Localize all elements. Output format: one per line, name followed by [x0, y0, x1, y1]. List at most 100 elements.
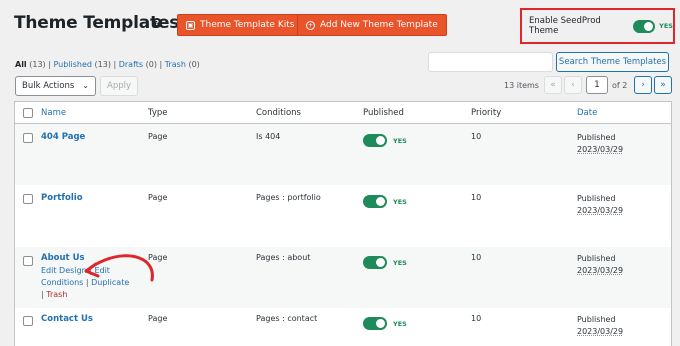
table-row: 404 Page Page Is 404 YES 10 Published 20… — [15, 124, 671, 185]
row-type: Page — [148, 253, 168, 262]
published-state: YES — [393, 136, 407, 145]
action-separator: | — [89, 266, 92, 275]
first-page-button[interactable]: « — [544, 76, 562, 94]
column-conditions: Conditions — [256, 108, 301, 118]
row-name-link[interactable]: Contact Us — [41, 314, 93, 324]
table-row: About Us Edit Design | Edit Conditions |… — [15, 247, 671, 308]
filter-separator: | — [113, 60, 117, 69]
filter-all-count: (13) — [29, 60, 46, 69]
bulk-actions-selected: Bulk Actions — [22, 81, 75, 91]
action-separator: | — [41, 290, 44, 299]
row-published: YES — [363, 317, 407, 330]
trash-link[interactable]: Trash — [46, 290, 67, 299]
row-conditions: Pages : about — [256, 253, 311, 262]
action-separator: | — [85, 278, 89, 287]
row-date-status: Published — [577, 133, 616, 142]
row-checkbox[interactable] — [23, 256, 33, 266]
apply-button[interactable]: Apply — [100, 76, 138, 96]
row-date-value: 2023/03/29 — [577, 327, 624, 336]
row-date-value: 2023/03/29 — [577, 266, 624, 275]
row-conditions: Is 404 — [256, 132, 281, 141]
row-checkbox[interactable] — [23, 194, 33, 204]
row-date: Published 2023/03/29 — [577, 132, 623, 156]
current-page-input[interactable]: 1 — [586, 76, 608, 94]
row-published: YES — [363, 256, 407, 269]
add-new-theme-template-button[interactable]: + Add New Theme Template — [297, 14, 447, 36]
filter-published-count: (13) — [94, 60, 111, 69]
row-date-value: 2023/03/29 — [577, 206, 624, 215]
table-row: Portfolio Page Pages : portfolio YES 10 … — [15, 185, 671, 247]
column-type: Type — [148, 108, 168, 118]
row-date-status: Published — [577, 254, 616, 263]
conditions-link[interactable]: Conditions — [41, 278, 83, 287]
row-type: Page — [148, 314, 168, 323]
published-state: YES — [393, 319, 407, 328]
add-new-theme-template-label: Add New Theme Template — [320, 20, 438, 30]
enable-seedprod-theme-toggle[interactable] — [632, 19, 656, 33]
published-toggle[interactable] — [363, 317, 387, 330]
duplicate-link[interactable]: Duplicate — [91, 278, 129, 287]
row-priority: 10 — [471, 132, 482, 141]
bulk-actions-select[interactable]: Bulk Actions ⌄ — [15, 76, 96, 96]
filter-published[interactable]: Published — [53, 60, 92, 69]
column-date[interactable]: Date — [577, 108, 597, 118]
row-name-link[interactable]: Portfolio — [41, 193, 83, 203]
search-theme-templates-button[interactable]: Search Theme Templates — [556, 52, 669, 72]
total-pages: of 2 — [612, 81, 628, 90]
row-date: Published 2023/03/29 — [577, 253, 623, 277]
row-priority: 10 — [471, 253, 482, 262]
column-priority: Priority — [471, 108, 502, 118]
row-date-value: 2023/03/29 — [577, 145, 624, 154]
kit-icon: ▣ — [186, 20, 195, 30]
row-priority: 10 — [471, 193, 482, 202]
theme-template-kits-label: Theme Template Kits — [200, 20, 295, 30]
filter-drafts[interactable]: Drafts — [119, 60, 143, 69]
row-name-link[interactable]: 404 Page — [41, 132, 85, 142]
next-page-button[interactable]: › — [634, 76, 652, 94]
filter-trash-count: (0) — [188, 60, 200, 69]
published-toggle[interactable] — [363, 195, 387, 208]
items-count: 13 items — [504, 81, 539, 90]
row-type: Page — [148, 132, 168, 141]
chevron-down-icon: ⌄ — [82, 81, 89, 90]
row-type: Page — [148, 193, 168, 202]
enable-seedprod-theme-state: YES — [659, 22, 673, 30]
column-published: Published — [363, 108, 404, 118]
row-date-status: Published — [577, 194, 616, 203]
select-all-checkbox[interactable] — [23, 108, 33, 118]
last-page-button[interactable]: » — [654, 76, 672, 94]
row-checkbox[interactable] — [23, 133, 33, 143]
enable-seedprod-theme-highlight: Enable SeedProd Theme YES — [520, 8, 675, 44]
filter-drafts-count: (0) — [145, 60, 157, 69]
published-state: YES — [393, 197, 407, 206]
row-name-link[interactable]: About Us — [41, 253, 85, 263]
published-toggle[interactable] — [363, 256, 387, 269]
row-date-status: Published — [577, 315, 616, 324]
published-toggle[interactable] — [363, 134, 387, 147]
table-header: Name Type Conditions Published Priority … — [15, 102, 671, 124]
filter-separator: | — [159, 60, 163, 69]
edit-link[interactable]: Edit — [94, 266, 110, 275]
help-icon[interactable]: ? — [152, 18, 162, 28]
plus-icon: + — [306, 20, 315, 30]
row-conditions: Pages : contact — [256, 314, 318, 323]
filter-all[interactable]: All — [15, 60, 27, 69]
row-priority: 10 — [471, 314, 482, 323]
edit-design-link[interactable]: Edit Design — [41, 266, 87, 275]
theme-templates-table: Name Type Conditions Published Priority … — [14, 101, 672, 346]
row-conditions: Pages : portfolio — [256, 193, 321, 202]
filter-trash[interactable]: Trash — [165, 60, 186, 69]
row-date: Published 2023/03/29 — [577, 193, 623, 217]
row-date: Published 2023/03/29 — [577, 314, 623, 338]
row-published: YES — [363, 134, 407, 147]
row-published: YES — [363, 195, 407, 208]
theme-template-kits-button[interactable]: ▣ Theme Template Kits — [177, 14, 304, 36]
filter-separator: | — [48, 60, 51, 69]
row-checkbox[interactable] — [23, 316, 33, 326]
search-input[interactable] — [428, 52, 553, 72]
enable-seedprod-theme-label: Enable SeedProd Theme — [529, 16, 601, 36]
status-filters: All (13) | Published (13) | Drafts (0) |… — [15, 60, 200, 69]
prev-page-button[interactable]: ‹ — [564, 76, 582, 94]
published-state: YES — [393, 258, 407, 267]
column-name[interactable]: Name — [41, 108, 66, 118]
